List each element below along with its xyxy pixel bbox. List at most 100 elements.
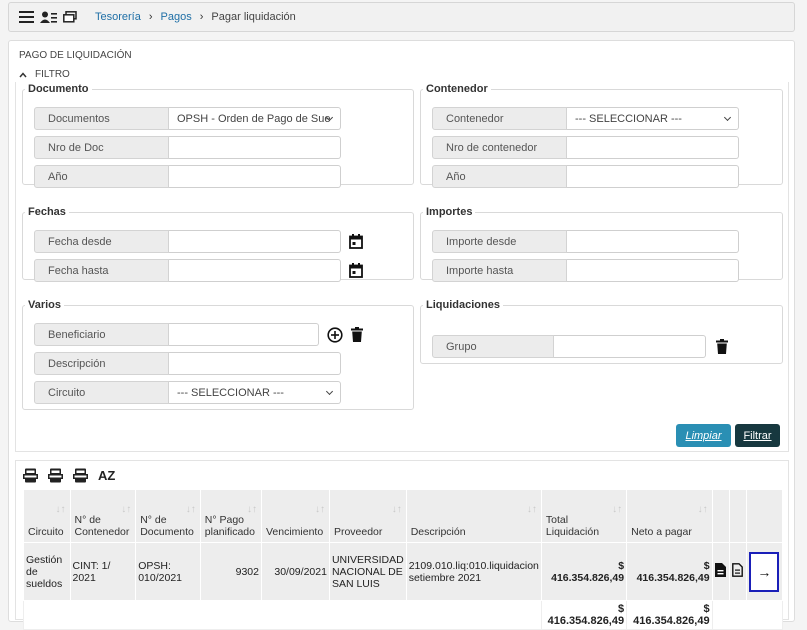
sort-icon: ↓↑ xyxy=(526,504,537,515)
cell-file-action xyxy=(728,542,747,601)
totals-row: $ 416.354.826,49 $ 416.354.826,49 xyxy=(23,600,784,630)
header-vencimiento[interactable]: Vencimiento ↓↑ xyxy=(260,489,330,543)
cell-proveedor: UNIVERSIDAD NACIONAL DE SAN LUIS xyxy=(328,542,407,601)
menu-icon[interactable] xyxy=(19,11,34,23)
header-pago[interactable]: N° Pago planificado ↓↑ xyxy=(199,489,262,543)
header-documento[interactable]: N° de Documento ↓↑ xyxy=(135,489,201,543)
cell-contenedor: CINT: 1/ 2021 xyxy=(69,542,137,601)
sort-icon: ↓↑ xyxy=(697,504,708,515)
cell-descripcion: 2109.010.liq:010.liquidacion setiembre 2… xyxy=(405,542,542,601)
user-list-icon[interactable] xyxy=(40,11,57,24)
importe-desde-input[interactable] xyxy=(567,230,739,253)
main-panel: PAGO DE LIQUIDACIÓN FILTRO Documento Doc… xyxy=(8,40,795,630)
filtrar-button[interactable]: Filtrar xyxy=(735,424,780,447)
header-total[interactable]: Total Liquidación ↓↑ xyxy=(540,489,628,543)
filter-area: Documento Documentos OPSH - Orden de Pag… xyxy=(15,82,789,452)
add-circle-icon[interactable] xyxy=(327,326,343,343)
header-circuito[interactable]: Circuito ↓↑ xyxy=(23,489,71,543)
table-row: Gestión de sueldos CINT: 1/ 2021 OPSH: 0… xyxy=(23,542,784,601)
document-icon[interactable] xyxy=(715,563,727,580)
header-descripcion[interactable]: Descripción ↓↑ xyxy=(405,489,542,543)
nro-contenedor-label: Nro de contenedor xyxy=(432,136,567,159)
fecha-hasta-input[interactable] xyxy=(169,259,341,282)
contenedor-select[interactable]: --- SELECCIONAR --- xyxy=(567,107,739,130)
importes-legend: Importes xyxy=(426,206,473,218)
breadcrumb-current: Pagar liquidación xyxy=(211,11,296,23)
contenedor-label: Contenedor xyxy=(432,107,567,130)
page-title: PAGO DE LIQUIDACIÓN xyxy=(19,50,132,61)
file-outline-icon[interactable] xyxy=(732,563,744,580)
contenedor-legend: Contenedor xyxy=(426,83,488,95)
documentos-select[interactable]: OPSH - Orden de Pago de Sue xyxy=(169,107,341,130)
filter-title: FILTRO xyxy=(35,69,70,80)
calendar-icon[interactable] xyxy=(349,234,363,249)
liquidaciones-legend: Liquidaciones xyxy=(426,299,500,311)
fecha-desde-input[interactable] xyxy=(169,230,341,253)
cell-vencimiento: 30/09/2021 xyxy=(260,542,330,601)
export-txt-icon[interactable] xyxy=(48,468,63,483)
trash-icon[interactable] xyxy=(716,339,728,354)
anio-doc-label: Año xyxy=(34,165,169,188)
nro-contenedor-input[interactable] xyxy=(567,136,739,159)
sort-icon: ↓↑ xyxy=(391,504,402,515)
nro-doc-label: Nro de Doc xyxy=(34,136,169,159)
beneficiario-label: Beneficiario xyxy=(34,323,169,346)
export-pdf-icon[interactable] xyxy=(23,468,38,483)
arrow-right-icon[interactable]: → xyxy=(749,551,780,592)
importes-group: Importes Importe desde Importe hasta xyxy=(420,206,783,282)
total-liquidacion-sum: $ 416.354.826,49 xyxy=(540,600,628,630)
export-toolbar: AZ xyxy=(23,468,125,483)
export-xls-icon[interactable] xyxy=(73,468,88,483)
sort-icon: ↓↑ xyxy=(612,504,623,515)
grupo-input[interactable] xyxy=(554,335,706,358)
windows-icon[interactable] xyxy=(63,11,77,23)
importe-hasta-input[interactable] xyxy=(567,259,739,282)
sort-az-icon[interactable]: AZ xyxy=(98,468,115,483)
documento-legend: Documento xyxy=(28,83,89,95)
cell-total: $ 416.354.826,49 xyxy=(540,542,628,601)
calendar-icon[interactable] xyxy=(349,263,363,278)
circuito-label: Circuito xyxy=(34,381,169,404)
varios-legend: Varios xyxy=(28,299,62,311)
header-blank-1 xyxy=(711,489,730,543)
descripcion-label: Descripción xyxy=(34,352,169,375)
table-header-row: Circuito ↓↑ N° de Contenedor ↓↑ N° de Docu… xyxy=(23,489,784,543)
beneficiario-input[interactable] xyxy=(169,323,319,346)
sort-icon: ↓↑ xyxy=(55,504,66,515)
totals-spacer xyxy=(23,600,542,630)
breadcrumb-tesoreria[interactable]: Tesorería xyxy=(95,11,141,23)
results-table: Circuito ↓↑ N° de Contenedor ↓↑ N° de Docu… xyxy=(23,489,784,630)
header-blank-3 xyxy=(745,489,784,543)
sort-icon: ↓↑ xyxy=(314,504,325,515)
cell-documento: OPSH: 010/2021 xyxy=(135,542,201,601)
sort-icon: ↓↑ xyxy=(185,504,196,515)
results-area: AZ Circuito ↓↑ N° de Contenedor ↓↑ N° de D… xyxy=(15,460,789,630)
limpiar-button[interactable]: Limpiar xyxy=(676,424,731,447)
filter-toggle[interactable]: FILTRO xyxy=(19,69,70,80)
varios-group: Varios Beneficiario Descripción Circuito… xyxy=(22,299,414,410)
cell-doc-action xyxy=(711,542,730,601)
cell-circuito: Gestión de sueldos xyxy=(23,542,71,601)
importe-hasta-label: Importe hasta xyxy=(432,259,567,282)
descripcion-input[interactable] xyxy=(169,352,341,375)
contenedor-group: Contenedor Contenedor --- SELECCIONAR --… xyxy=(420,83,783,188)
breadcrumb-pagos[interactable]: Pagos xyxy=(161,11,192,23)
anio-contenedor-label: Año xyxy=(432,165,567,188)
header-proveedor[interactable]: Proveedor ↓↑ xyxy=(328,489,407,543)
trash-icon[interactable] xyxy=(351,327,363,342)
total-neto-sum: $ 416.354.826,49 xyxy=(626,600,713,630)
anio-contenedor-input[interactable] xyxy=(567,165,739,188)
header-contenedor[interactable]: N° de Contenedor ↓↑ xyxy=(69,489,137,543)
fechas-legend: Fechas xyxy=(28,206,66,218)
grupo-label: Grupo xyxy=(432,335,554,358)
totals-spacer-end xyxy=(711,600,784,630)
fecha-desde-label: Fecha desde xyxy=(34,230,169,253)
header-blank-2 xyxy=(728,489,747,543)
liquidaciones-group: Liquidaciones Grupo xyxy=(420,299,783,364)
header-neto[interactable]: Neto a pagar ↓↑ xyxy=(626,489,713,543)
importe-desde-label: Importe desde xyxy=(432,230,567,253)
nro-doc-input[interactable] xyxy=(169,136,341,159)
circuito-select[interactable]: --- SELECCIONAR --- xyxy=(169,381,341,404)
chevron-up-icon xyxy=(19,70,27,80)
anio-doc-input[interactable] xyxy=(169,165,341,188)
